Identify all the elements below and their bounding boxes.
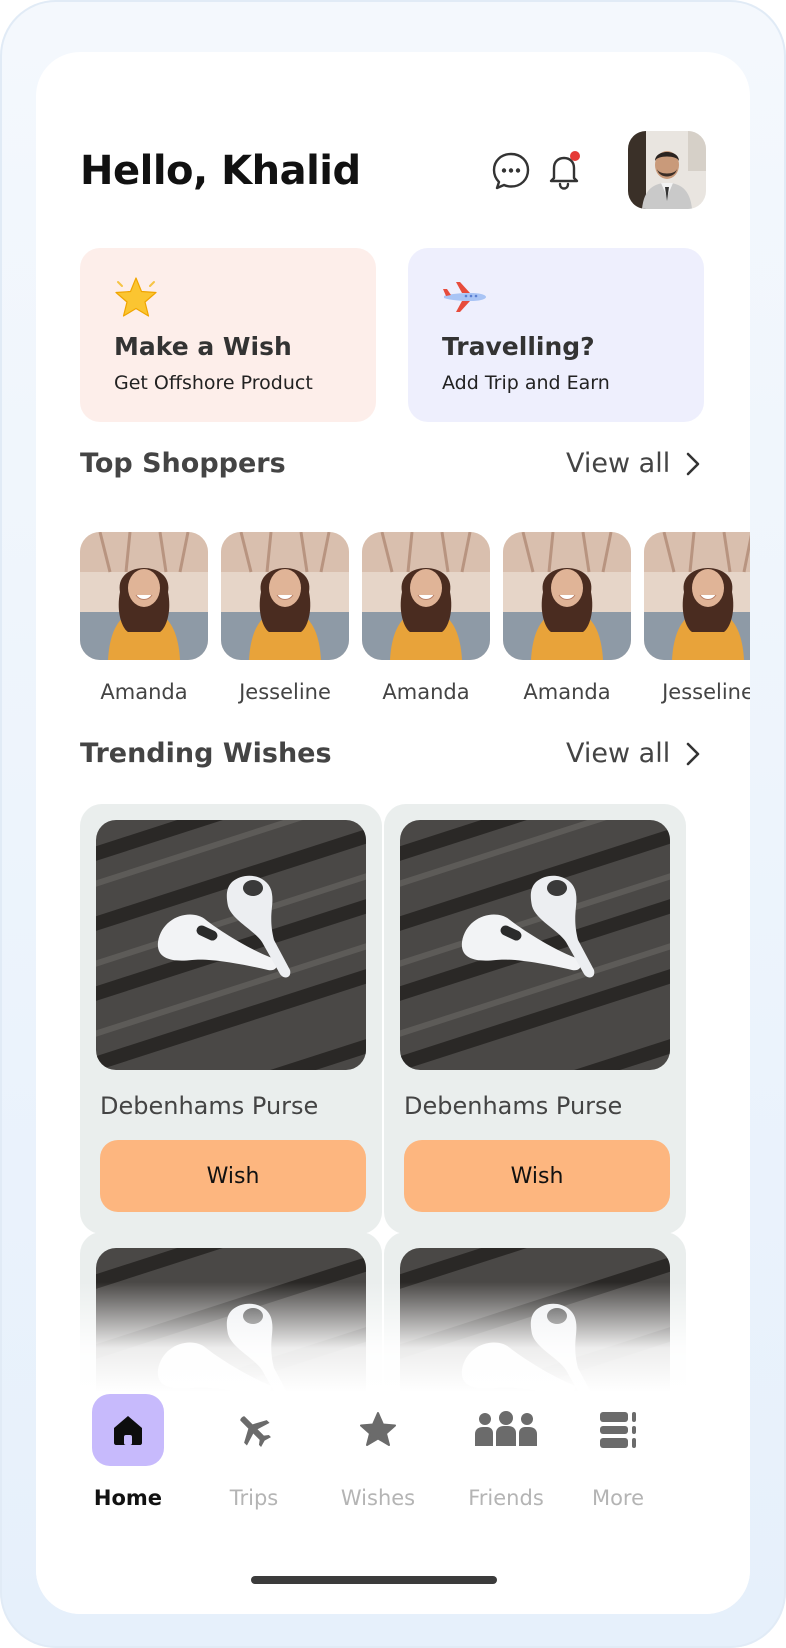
shopper-item[interactable]: Amanda (80, 532, 208, 704)
shopper-name: Amanda (100, 680, 188, 704)
view-all-label: View all (566, 738, 671, 769)
more-icon (582, 1394, 654, 1466)
nav-item-home[interactable]: Home (68, 1394, 188, 1510)
product-name: Debenhams Purse (404, 1092, 623, 1120)
shopper-item[interactable]: Jesseline (221, 532, 349, 704)
promo-travelling[interactable]: Travelling? Add Trip and Earn (408, 248, 704, 422)
shopper-item[interactable]: Amanda (503, 532, 631, 704)
product-card[interactable]: Debenhams Purse Wish (80, 804, 382, 1234)
shopper-photo (80, 532, 208, 660)
nav-item-wishes[interactable]: Wishes (318, 1394, 438, 1510)
shopper-name: Amanda (382, 680, 470, 704)
promo-title: Make a Wish (114, 332, 292, 361)
star-icon (112, 274, 160, 322)
home-indicator[interactable] (251, 1576, 497, 1584)
product-image (96, 820, 366, 1070)
chevron-right-icon (686, 452, 700, 475)
shopper-item[interactable]: Jesseline (644, 532, 750, 704)
shopper-photo (644, 532, 750, 660)
view-all-label: View all (566, 448, 671, 479)
chevron-right-icon (686, 742, 700, 765)
nav-item-trips[interactable]: Trips (194, 1394, 314, 1510)
star-icon (342, 1394, 414, 1466)
nav-item-more[interactable]: More (558, 1394, 678, 1510)
nav-label: Friends (468, 1486, 544, 1510)
promo-make-a-wish[interactable]: Make a Wish Get Offshore Product (80, 248, 376, 422)
nav-label: Wishes (340, 1486, 416, 1510)
shopper-name: Jesseline (662, 680, 750, 704)
shopper-name: Jesseline (239, 680, 331, 704)
trending-view-all-link[interactable]: View all (566, 738, 702, 769)
chat-bubble-icon[interactable] (490, 150, 532, 192)
airplane-icon (218, 1394, 290, 1466)
bell-icon[interactable] (544, 148, 584, 192)
friends-icon (470, 1394, 542, 1466)
wish-button[interactable]: Wish (404, 1140, 670, 1212)
trending-wishes-title: Trending Wishes (80, 738, 332, 769)
top-shoppers-list: Amanda Jesseline Amanda Amanda Jesseline (80, 532, 750, 722)
shopper-photo (221, 532, 349, 660)
profile-avatar[interactable] (628, 131, 706, 209)
scroll-fade (36, 1282, 750, 1392)
promo-title: Travelling? (442, 332, 595, 361)
product-image (400, 820, 670, 1070)
top-shoppers-title: Top Shoppers (80, 448, 286, 479)
nav-item-friends[interactable]: Friends (446, 1394, 566, 1510)
shopper-name: Amanda (523, 680, 611, 704)
airplane-icon (440, 274, 488, 322)
product-card[interactable]: Debenhams Purse Wish (384, 804, 686, 1234)
shopper-item[interactable]: Amanda (362, 532, 490, 704)
app-screen: Hello, Khalid Make a Wish Get Offshore P… (36, 52, 750, 1614)
greeting-title: Hello, Khalid (80, 148, 361, 194)
wish-button[interactable]: Wish (100, 1140, 366, 1212)
nav-label: More (591, 1486, 645, 1510)
notification-dot (570, 151, 580, 161)
shopper-photo (503, 532, 631, 660)
shopper-photo (362, 532, 490, 660)
product-name: Debenhams Purse (100, 1092, 319, 1120)
nav-label: Trips (229, 1486, 279, 1510)
top-shoppers-view-all-link[interactable]: View all (566, 448, 702, 479)
nav-label: Home (93, 1486, 163, 1510)
promo-subtitle: Add Trip and Earn (442, 372, 610, 394)
device-frame: Hello, Khalid Make a Wish Get Offshore P… (0, 0, 786, 1648)
home-icon (92, 1394, 164, 1466)
promo-subtitle: Get Offshore Product (114, 372, 313, 394)
